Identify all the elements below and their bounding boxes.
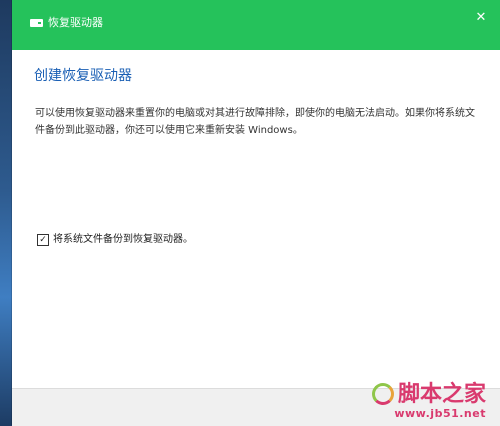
close-button[interactable]: ✕ (468, 6, 494, 28)
drive-icon (30, 19, 43, 27)
swirl-logo-icon (371, 383, 394, 405)
watermark-url: www.jb51.net (394, 407, 486, 420)
watermark-text: 脚本之家 (397, 381, 486, 407)
watermark-brand: 脚本之家 (371, 381, 486, 407)
recovery-drive-window: 恢复驱动器 ✕ 创建恢复驱动器 可以使用恢复驱动器来重置你的电脑或对其进行故障排… (12, 0, 500, 426)
backup-checkbox[interactable]: ✓ (37, 234, 49, 246)
window-title: 恢复驱动器 (48, 16, 103, 29)
backup-checkbox-label[interactable]: 将系统文件备份到恢复驱动器。 (53, 234, 193, 246)
watermark-logo: 脚本之家 www.jb51.net (371, 381, 486, 425)
description-text: 可以使用恢复驱动器来重置你的电脑或对其进行故障排除，即使你的电脑无法启动。如果你… (35, 108, 475, 136)
title-bar[interactable]: 恢复驱动器 ✕ (12, 0, 500, 50)
page-heading: 创建恢复驱动器 (34, 68, 132, 84)
backup-system-files-option[interactable]: ✓ 将系统文件备份到恢复驱动器。 (37, 233, 193, 247)
